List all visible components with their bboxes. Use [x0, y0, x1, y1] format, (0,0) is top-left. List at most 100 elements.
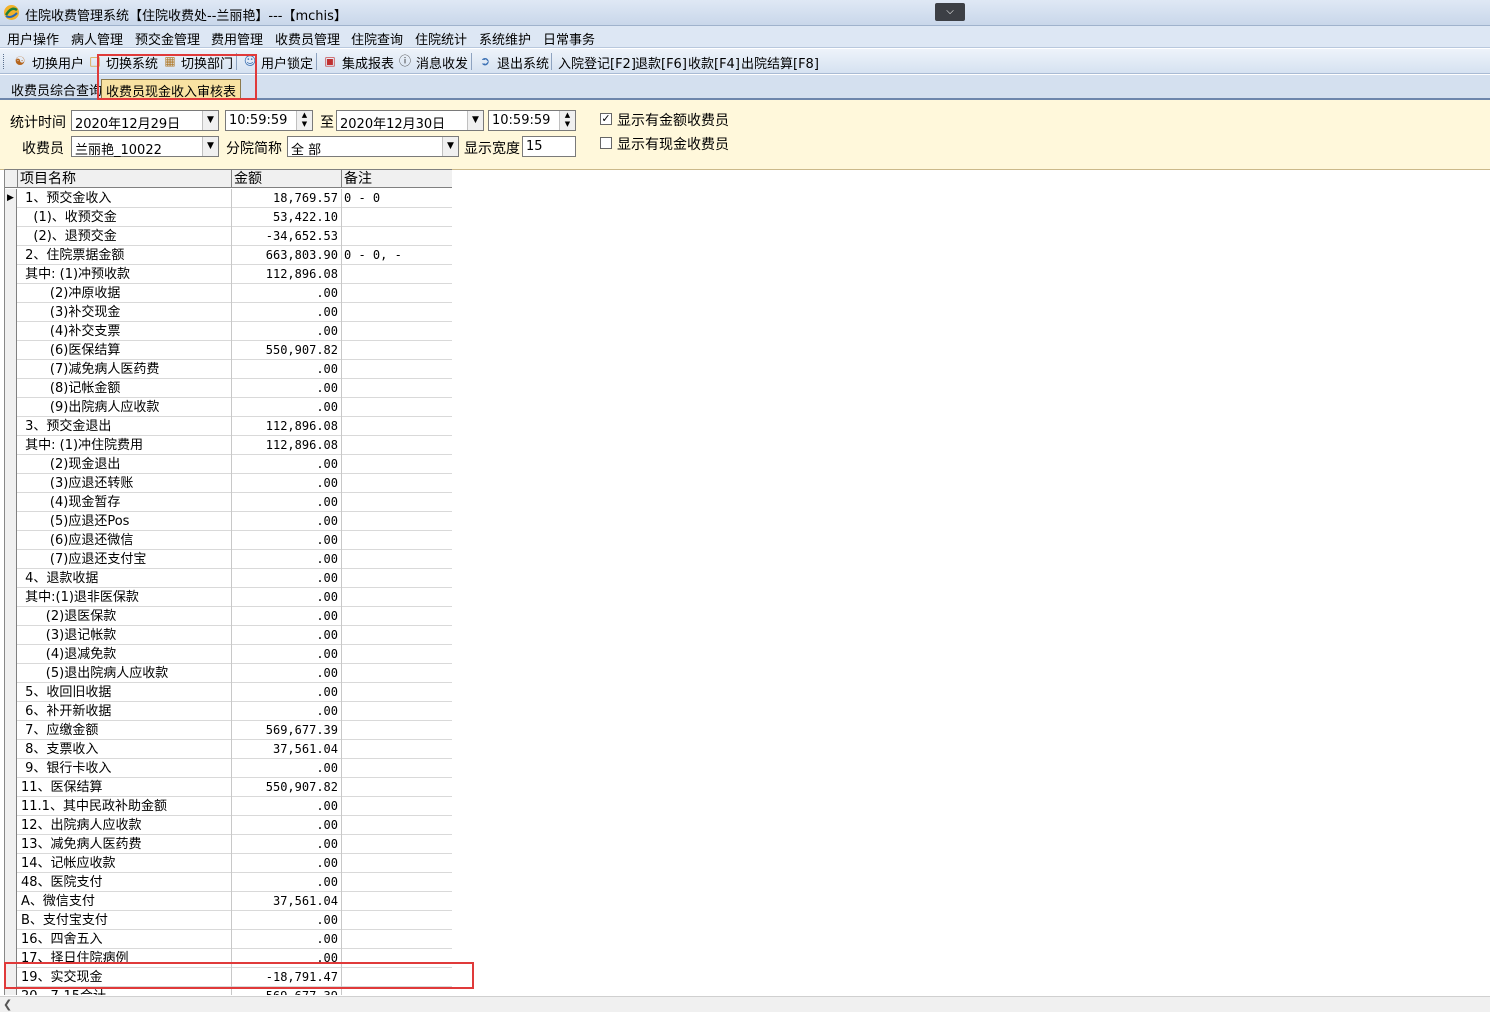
lock-user-button[interactable]: 用户锁定 — [261, 53, 313, 72]
table-row[interactable]: 4、退款收据 .00 — [5, 569, 452, 588]
table-row[interactable]: (2)冲原收据 .00 — [5, 284, 452, 303]
cell-amount[interactable]: .00 — [232, 683, 342, 702]
switch-dept-button[interactable]: 切换部门 — [181, 53, 233, 72]
table-row[interactable]: (3)退记帐款 .00 — [5, 626, 452, 645]
cell-amount[interactable]: .00 — [232, 531, 342, 550]
table-row[interactable]: A、微信支付 37,561.04 — [5, 892, 452, 911]
table-row[interactable]: 19、实交现金 -18,791.47 — [5, 968, 452, 987]
cell-item-name[interactable]: (8)记帐金额 — [18, 379, 232, 398]
cell-amount[interactable]: .00 — [232, 303, 342, 322]
dropdown-arrow-icon[interactable]: ▼ — [202, 111, 218, 130]
row-indicator[interactable] — [5, 930, 17, 949]
cell-note[interactable] — [342, 778, 452, 797]
row-indicator[interactable] — [5, 740, 17, 759]
cell-note[interactable] — [342, 949, 452, 968]
table-row[interactable]: (4)补交支票 .00 — [5, 322, 452, 341]
cell-amount[interactable]: -18,791.47 — [232, 968, 342, 987]
cell-amount[interactable]: .00 — [232, 759, 342, 778]
cell-item-name[interactable]: (5)退出院病人应收款 — [18, 664, 232, 683]
row-indicator[interactable] — [5, 778, 17, 797]
cell-note[interactable] — [342, 493, 452, 512]
cell-amount[interactable]: .00 — [232, 455, 342, 474]
cell-amount[interactable]: .00 — [232, 949, 342, 968]
table-row[interactable]: ▶ 1、预交金收入 18,769.57 0 - 0 — [5, 189, 452, 208]
time-to-spinner[interactable]: 10:59:59 ▲ ▼ — [488, 110, 576, 131]
cell-item-name[interactable]: 6、补开新收据 — [18, 702, 232, 721]
cell-amount[interactable]: 569,677.39 — [232, 987, 342, 995]
table-row[interactable]: 14、记帐应收款 .00 — [5, 854, 452, 873]
cell-note[interactable] — [342, 816, 452, 835]
row-indicator[interactable] — [5, 854, 17, 873]
cell-item-name[interactable]: 11、医保结算 — [18, 778, 232, 797]
cell-note[interactable] — [342, 360, 452, 379]
cell-item-name[interactable]: 11.1、其中民政补助金额 — [18, 797, 232, 816]
cell-item-name[interactable]: 4、退款收据 — [18, 569, 232, 588]
table-row[interactable]: B、支付宝支付 .00 — [5, 911, 452, 930]
cell-amount[interactable]: 112,896.08 — [232, 436, 342, 455]
table-row[interactable]: (7)减免病人医药费 .00 — [5, 360, 452, 379]
spin-up-icon[interactable]: ▲ — [297, 111, 312, 120]
table-row[interactable]: (2)、退预交金 -34,652.53 — [5, 227, 452, 246]
cell-amount[interactable]: 550,907.82 — [232, 341, 342, 360]
cell-note[interactable]: 0 - 0, - — [342, 246, 452, 265]
table-row[interactable]: 20、7-15合计569,677.39 — [5, 987, 452, 995]
table-row[interactable]: 11.1、其中民政补助金额 .00 — [5, 797, 452, 816]
cell-item-name[interactable]: (2)、退预交金 — [18, 227, 232, 246]
row-indicator[interactable] — [5, 588, 17, 607]
cell-note[interactable] — [342, 474, 452, 493]
cell-amount[interactable]: .00 — [232, 360, 342, 379]
cell-item-name[interactable]: 48、医院支付 — [18, 873, 232, 892]
menu-patient-mgmt[interactable]: 病人管理 — [71, 29, 123, 48]
cell-amount[interactable]: 18,769.57 — [232, 189, 342, 208]
spinner-buttons[interactable]: ▲ ▼ — [296, 111, 312, 130]
cell-amount[interactable]: .00 — [232, 284, 342, 303]
row-indicator[interactable] — [5, 835, 17, 854]
menu-fee-mgmt[interactable]: 费用管理 — [211, 29, 263, 48]
cell-amount[interactable]: .00 — [232, 493, 342, 512]
cell-item-name[interactable]: A、微信支付 — [18, 892, 232, 911]
table-row[interactable]: (7)应退还支付宝 .00 — [5, 550, 452, 569]
cell-note[interactable] — [342, 588, 452, 607]
table-row[interactable]: 7、应缴金额 569,677.39 — [5, 721, 452, 740]
admission-button[interactable]: 入院登记[F2] — [558, 53, 636, 72]
table-row[interactable]: (6)应退还微信 .00 — [5, 531, 452, 550]
dropdown-arrow-icon[interactable]: ▼ — [202, 137, 218, 156]
cell-item-name[interactable]: (1)、收预交金 — [18, 208, 232, 227]
row-indicator[interactable] — [5, 759, 17, 778]
cell-note[interactable] — [342, 208, 452, 227]
table-row[interactable]: 12、出院病人应收款 .00 — [5, 816, 452, 835]
row-indicator[interactable] — [5, 322, 17, 341]
menu-inpatient-stats[interactable]: 住院统计 — [415, 29, 467, 48]
cell-note[interactable] — [342, 797, 452, 816]
row-indicator[interactable] — [5, 436, 17, 455]
horizontal-scrollbar[interactable]: ❮ — [0, 996, 1490, 1012]
row-indicator[interactable] — [5, 987, 17, 995]
cell-item-name[interactable]: (5)应退还Pos — [18, 512, 232, 531]
cell-note[interactable] — [342, 645, 452, 664]
cell-note[interactable] — [342, 892, 452, 911]
cell-note[interactable] — [342, 512, 452, 531]
cell-amount[interactable]: 37,561.04 — [232, 740, 342, 759]
row-indicator[interactable] — [5, 455, 17, 474]
row-indicator[interactable] — [5, 645, 17, 664]
cell-note[interactable] — [342, 531, 452, 550]
row-indicator[interactable] — [5, 208, 17, 227]
audit-table[interactable]: 项目名称 金额 备注 ▶ 1、预交金收入 18,769.57 0 - 0 (1)、收… — [4, 169, 452, 995]
cell-amount[interactable]: .00 — [232, 645, 342, 664]
row-indicator[interactable] — [5, 873, 17, 892]
cell-amount[interactable]: .00 — [232, 930, 342, 949]
table-row[interactable]: (8)记帐金额 .00 — [5, 379, 452, 398]
table-row[interactable]: 11、医保结算 550,907.82 — [5, 778, 452, 797]
dropdown-arrow-icon[interactable]: ▼ — [467, 111, 483, 130]
cell-amount[interactable]: .00 — [232, 322, 342, 341]
cell-note[interactable] — [342, 835, 452, 854]
table-row[interactable]: (1)、收预交金 53,422.10 — [5, 208, 452, 227]
cell-amount[interactable]: -34,652.53 — [232, 227, 342, 246]
row-indicator[interactable] — [5, 968, 17, 987]
cell-amount[interactable]: 550,907.82 — [232, 778, 342, 797]
cell-item-name[interactable]: 17、择日住院病例 — [18, 949, 232, 968]
cell-amount[interactable]: .00 — [232, 816, 342, 835]
cell-note[interactable] — [342, 417, 452, 436]
cell-amount[interactable]: .00 — [232, 911, 342, 930]
cell-note[interactable] — [342, 854, 452, 873]
